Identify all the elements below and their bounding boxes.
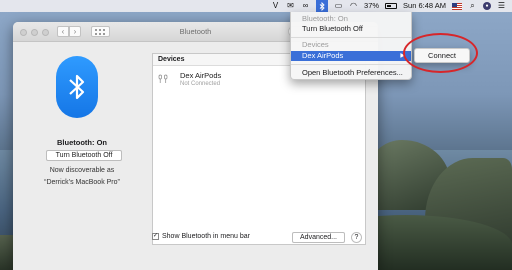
devices-list: Devices Dex AirPods Not Connected	[152, 53, 366, 245]
search-icon[interactable]: ⌕	[468, 0, 477, 12]
menu-devices-header: Devices	[302, 40, 329, 49]
advanced-button[interactable]: Advanced...	[292, 232, 345, 243]
menu-bar-clock[interactable]: Sun 6:48 AM	[403, 0, 446, 12]
creative-cloud-icon[interactable]: ∞	[301, 0, 310, 12]
device-name: Dex AirPods	[180, 71, 222, 80]
menu-device-label: Dex AirPods	[302, 51, 344, 60]
menu-device-dex-airpods[interactable]: Dex AirPods ▶	[291, 51, 411, 61]
wifi-icon[interactable]: ◠	[349, 0, 358, 12]
user-icon[interactable]: ●	[483, 2, 491, 10]
show-in-menubar-label: Show Bluetooth in menu bar	[162, 233, 250, 240]
menu-separator	[291, 64, 411, 65]
bluetooth-icon[interactable]	[316, 0, 329, 12]
show-in-menubar-checkbox[interactable]: ✓	[152, 233, 159, 240]
menu-status: Bluetooth: On	[302, 14, 348, 23]
v-icon[interactable]: V	[271, 0, 280, 12]
show-in-menubar-option[interactable]: ✓ Show Bluetooth in menu bar	[152, 233, 250, 240]
help-button[interactable]: ?	[351, 232, 362, 243]
bluetooth-logo-icon	[56, 56, 98, 118]
menu-open-preferences[interactable]: Open Bluetooth Preferences...	[291, 68, 411, 78]
device-status: Not Connected	[180, 81, 221, 87]
turn-bluetooth-off-button[interactable]: Turn Bluetooth Off	[46, 150, 122, 161]
bluetooth-menu: Bluetooth: On Turn Bluetooth Off Devices…	[290, 12, 412, 80]
menu-turn-off[interactable]: Turn Bluetooth Off	[291, 24, 411, 34]
airpods-icon	[158, 74, 168, 83]
discoverable-label: Now discoverable as	[49, 167, 115, 174]
computer-name: “Derrick’s MacBook Pro”	[44, 179, 120, 186]
menu-separator	[291, 37, 411, 38]
menu-icon[interactable]: ☰	[497, 0, 506, 12]
flag-icon[interactable]	[452, 2, 462, 10]
battery-percent[interactable]: 37%	[364, 0, 379, 12]
bluetooth-status: Bluetooth: On	[57, 138, 107, 147]
annotation-circle	[403, 33, 478, 73]
airplay-icon[interactable]: ▭	[334, 0, 343, 12]
menu-bar: V ✉ ∞ ▭ ◠ 37% Sun 6:48 AM ⌕ ● ☰	[0, 0, 512, 12]
battery-icon[interactable]	[385, 3, 398, 9]
mail-icon[interactable]: ✉	[286, 0, 295, 12]
